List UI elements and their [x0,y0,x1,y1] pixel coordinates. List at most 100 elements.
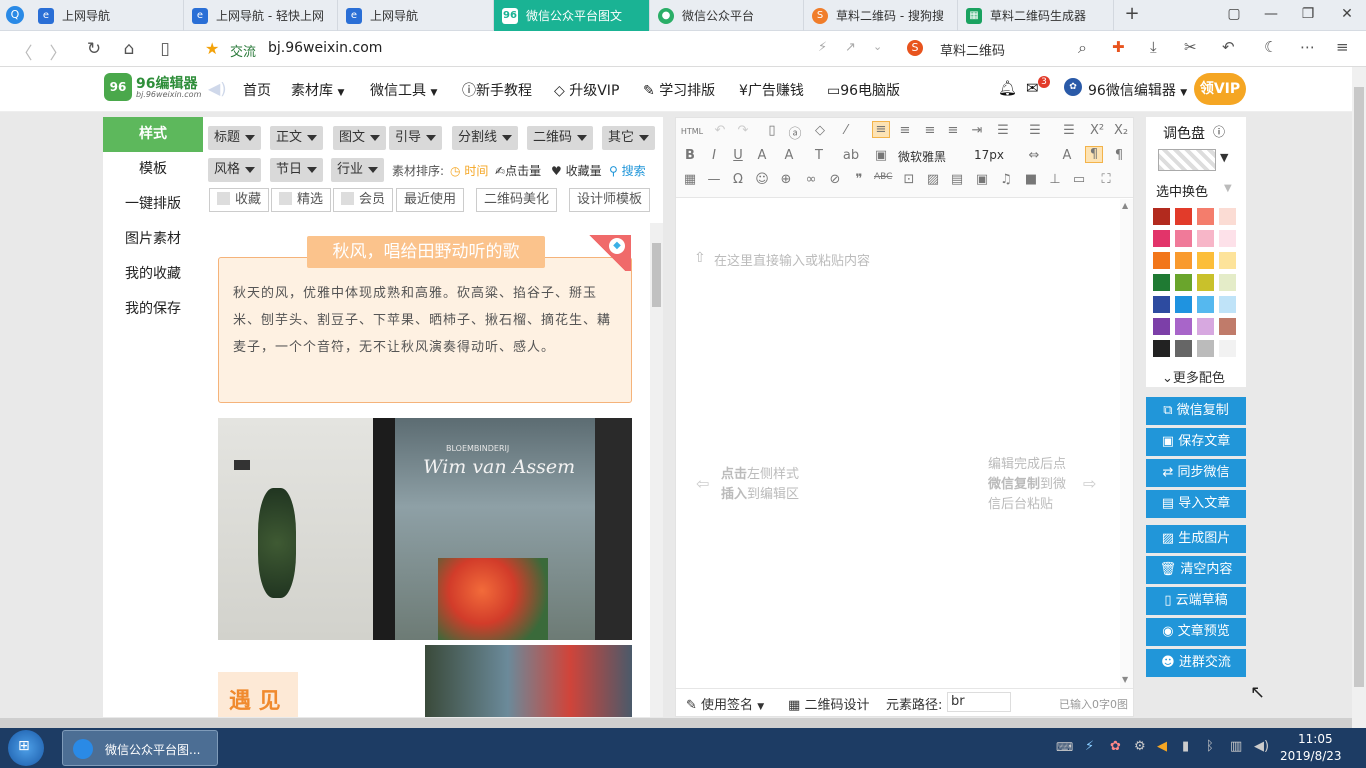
magic-wand-icon[interactable]: ⁄ [837,123,855,138]
left-menu-images[interactable]: 图片素材 [103,222,203,257]
filter-image-text[interactable]: 图文 [333,126,387,150]
forward-icon[interactable]: 〉 [48,39,68,64]
color-swatch[interactable] [1153,340,1170,357]
reader-icon[interactable]: ▯ [155,39,175,59]
scroll-up-icon[interactable]: ▲ [1122,201,1128,210]
color-swatch[interactable] [1197,208,1214,225]
fullscreen-icon[interactable]: ⛶ [1097,172,1115,187]
scrollbar-thumb[interactable] [652,243,661,307]
nav-ads[interactable]: ¥广告赚钱 [739,80,804,100]
color-swatch[interactable] [1197,274,1214,291]
layout-icon[interactable]: ▭ [1070,172,1088,187]
menu-box-icon[interactable]: ▢ [1224,6,1244,22]
star-icon[interactable]: ★ [205,39,219,58]
zoom-icon[interactable]: ⊕ [777,172,795,187]
home-icon[interactable]: ⌂ [119,39,139,59]
page-scrollbar[interactable] [1352,67,1366,728]
logo-icon[interactable]: 96 [104,73,132,101]
sort-clicks[interactable]: ✍点击量 [495,162,541,179]
superscript-icon[interactable]: X² [1088,123,1106,138]
color-swatch[interactable] [1175,318,1192,335]
nav-vip[interactable]: ◇ 升级VIP [554,80,619,100]
filter-member-checkbox[interactable]: 会员 [333,188,394,212]
select-all-icon[interactable]: ⊡ [900,172,918,187]
color-swatch[interactable] [1197,318,1214,335]
cloud-draft-button[interactable]: ▯ 云端草稿 [1146,587,1246,615]
color-swatch[interactable] [1219,296,1236,313]
left-menu-auto-layout[interactable]: 一键排版 [103,187,203,222]
qrcode-beautify-button[interactable]: 二维码美化 [476,188,558,212]
nav-home[interactable]: 首页 [243,80,271,100]
maximize-icon[interactable]: ❐ [1298,6,1318,22]
back-icon[interactable]: 〈 [14,39,34,64]
minimize-icon[interactable]: — [1261,6,1281,22]
background-color-icon[interactable]: T [810,148,828,163]
bluetooth-icon[interactable]: ᛒ [1206,739,1214,754]
color-swatch[interactable] [1197,296,1214,313]
more-icon[interactable]: ⋯ [1300,38,1315,56]
margin-icon[interactable]: ☰ [1060,123,1078,138]
html-icon[interactable]: HTML [680,127,704,136]
filter-title[interactable]: 标题 [208,126,262,150]
find-icon[interactable]: ⓐ [786,123,804,142]
second-photo[interactable] [425,645,632,717]
tray-app-icon[interactable]: ⚡ [1085,739,1094,754]
start-button[interactable]: ⊞ [8,730,44,766]
filter-industry[interactable]: 行业 [331,158,385,182]
sync-wechat-button[interactable]: ⇄ 同步微信 [1146,459,1246,487]
generate-image-button[interactable]: ▨ 生成图片 [1146,525,1246,553]
color-swatch[interactable] [1219,318,1236,335]
color-swatch[interactable] [1219,230,1236,247]
sort-favorites[interactable]: ♥ 收藏量 [551,162,602,179]
nav-desktop[interactable]: ▭96电脑版 [827,80,900,100]
undo-icon[interactable]: ↶ [711,123,729,138]
scroll-down-icon[interactable]: ▼ [1122,675,1128,684]
mail-icon[interactable]: ✉ [1026,79,1039,97]
link-icon[interactable]: ∞ [802,172,820,187]
align-right-icon[interactable]: ≡ [921,123,939,138]
search-icon[interactable]: ⌕ [1078,38,1087,58]
subscript-icon[interactable]: X₂ [1112,123,1130,138]
emoji-icon[interactable]: ☺ [753,172,771,187]
vip-badge-button[interactable]: 领VIP [1194,73,1246,105]
font-color-icon[interactable]: A [780,148,798,163]
save-article-button[interactable]: ▣ 保存文章 [1146,428,1246,456]
indent-icon[interactable]: ⇥ [968,123,986,138]
element-path-select[interactable]: br [947,692,1011,712]
color-swatch[interactable] [1153,296,1170,313]
bookmark-label[interactable]: 交流 [230,41,256,60]
speaker-icon[interactable]: ◀) [208,79,227,98]
user-menu[interactable]: 96微信编辑器 ▼ [1088,80,1187,100]
signature-button[interactable]: ✎ 使用签名 ▼ [686,694,764,713]
justify-icon[interactable]: ≡ [944,123,962,138]
tab-2[interactable]: e 上网导航 - 轻快上网 [184,0,338,31]
left-menu-style[interactable]: 样式 [103,117,203,152]
style-card[interactable]: 秋风，唱给田野动听的歌 秋天的风，优雅中体现成熟和高雅。砍高粱、掐谷子、掰玉米、… [218,236,632,403]
font-family-select[interactable]: 微软雅黑 [898,148,946,165]
flash-icon[interactable]: ⚡ [818,40,827,55]
hamburger-icon[interactable]: ≡ [1336,38,1349,56]
tab-7[interactable]: ▦ 草料二维码生成器 [958,0,1114,31]
paragraph-spacing-icon[interactable]: ☰ [1026,123,1044,138]
omega-icon[interactable]: Ω [729,172,747,187]
color-swatch[interactable] [1175,252,1192,269]
color-swatch[interactable] [1219,252,1236,269]
italic-icon[interactable]: I [705,148,723,163]
color-swatch[interactable] [1219,274,1236,291]
volume-warning-icon[interactable]: ◀ [1157,739,1167,754]
color-swatch[interactable] [1197,252,1214,269]
nav-learn[interactable]: ✎ 学习排版 [643,80,715,100]
game-icon[interactable]: ✚ [1112,38,1125,56]
clear-content-button[interactable]: 🗑︎ 清空内容 [1146,556,1246,584]
current-color-swatch[interactable] [1158,149,1216,171]
filter-body[interactable]: 正文 [270,126,324,150]
speaker-icon[interactable]: ◀) [1254,739,1269,754]
avatar[interactable]: ✿ [1064,78,1082,96]
filter-qrcode[interactable]: 二维码 [527,126,594,150]
browser-logo-icon[interactable]: Q [6,6,24,24]
left-menu-favorites[interactable]: 我的收藏 [103,257,203,292]
text-background-icon[interactable]: ab [842,148,860,163]
image-icon[interactable]: ▣ [872,148,890,163]
quote-icon[interactable]: ❞ [850,172,868,187]
qrcode-design-button[interactable]: ▦ 二维码设计 [788,694,869,713]
